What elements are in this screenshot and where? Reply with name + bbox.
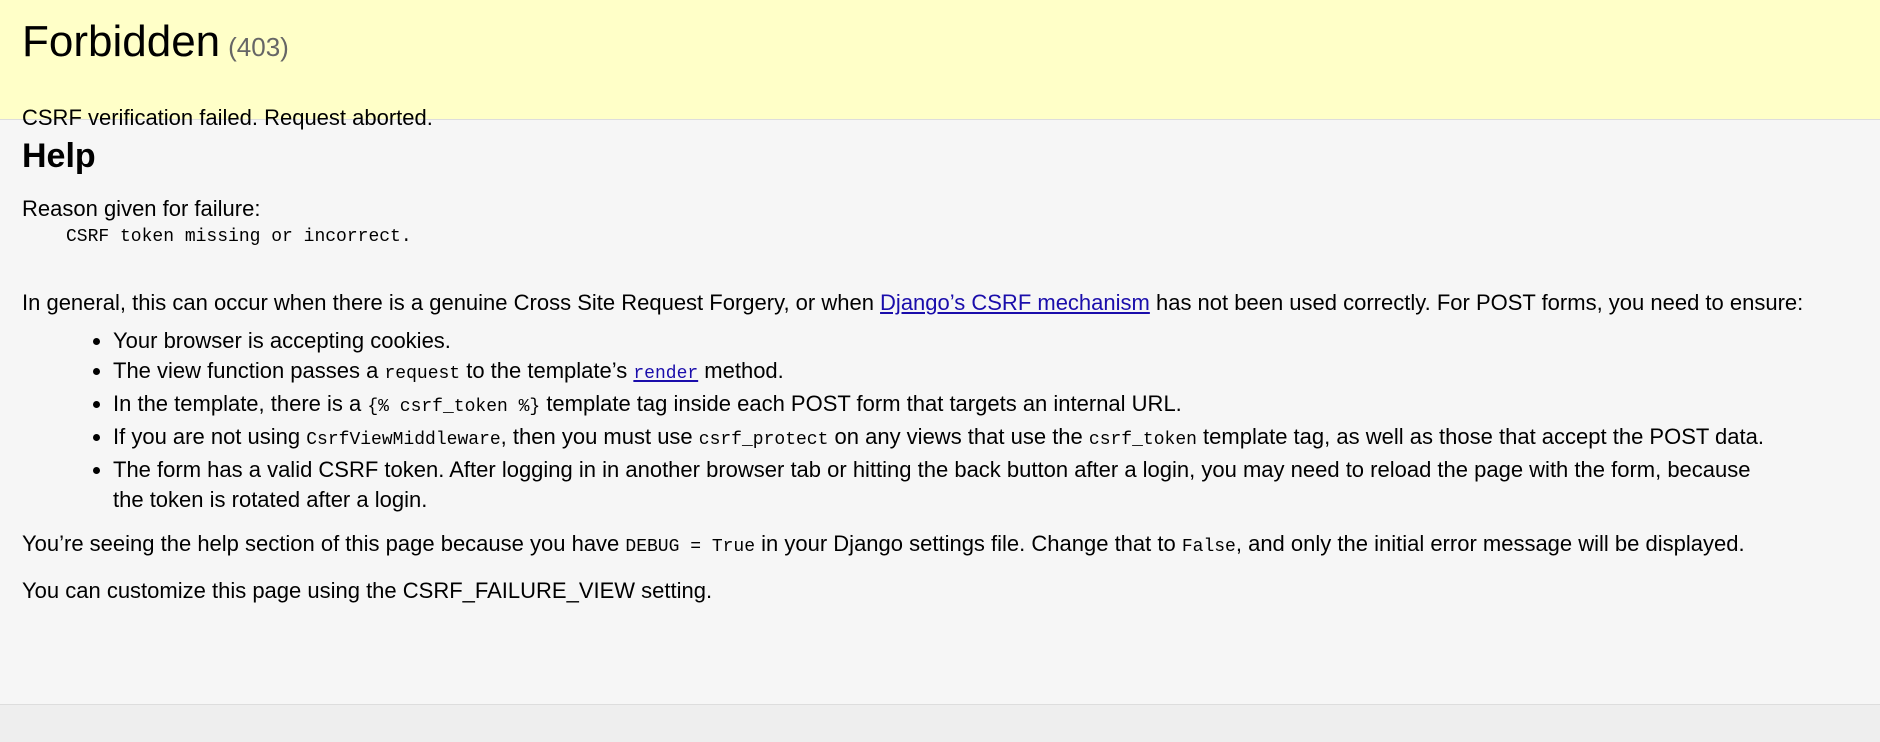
reason-text: CSRF token missing or incorrect. xyxy=(66,227,412,247)
list-item: The form has a valid CSRF token. After l… xyxy=(113,455,1783,515)
render-link-code: render xyxy=(633,364,699,384)
debug-paragraph: You’re seeing the help section of this p… xyxy=(22,529,1858,562)
code-csrf-middleware: CsrfViewMiddleware xyxy=(306,430,501,450)
list-item: If you are not using CsrfViewMiddleware,… xyxy=(113,422,1783,455)
intro-text-before: In general, this can occur when there is… xyxy=(22,290,881,315)
code-false: False xyxy=(1181,537,1236,557)
reason-label: Reason given for failure: xyxy=(22,196,261,221)
status-code: (403) xyxy=(228,32,289,62)
code-request: request xyxy=(384,364,461,384)
code-csrf-protect: csrf_protect xyxy=(698,430,829,450)
page-title: Forbidden (403) xyxy=(22,16,1858,73)
list-item-text: template tag inside each POST form that … xyxy=(540,391,1182,416)
list-item-text: on any views that use the xyxy=(828,424,1089,449)
customize-paragraph: You can customize this page using the CS… xyxy=(22,578,713,603)
code-debug-true: DEBUG = True xyxy=(625,537,756,557)
intro-paragraph: In general, this can occur when there is… xyxy=(22,288,1858,318)
code-csrf-token: csrf_token xyxy=(1088,430,1197,450)
help-heading: Help xyxy=(22,137,96,175)
list-item: Your browser is accepting cookies. xyxy=(113,326,1783,356)
list-item-text: method. xyxy=(698,358,784,383)
render-link[interactable]: render xyxy=(633,358,699,384)
list-item-text: The view function passes a xyxy=(113,358,385,383)
list-item: In the template, there is a {% csrf_toke… xyxy=(113,389,1783,422)
list-item-text: If you are not using xyxy=(113,424,307,449)
code-csrf-token-tag: {% csrf_token %} xyxy=(367,397,541,417)
debug-text: , and only the initial error message wil… xyxy=(1235,531,1745,556)
intro-text-after: has not been used correctly. For POST fo… xyxy=(1149,290,1804,315)
requirements-list: Your browser is accepting cookies. The v… xyxy=(22,326,1783,515)
list-item-text: to the template’s xyxy=(460,358,634,383)
list-item-text: , then you must use xyxy=(500,424,699,449)
debug-text: in your Django settings file. Change tha… xyxy=(755,531,1182,556)
csrf-docs-link[interactable]: Django’s CSRF mechanism xyxy=(880,290,1150,315)
title-text: Forbidden xyxy=(22,17,221,66)
list-item-text: In the template, there is a xyxy=(113,391,368,416)
list-item-text: template tag, as well as those that acce… xyxy=(1196,424,1764,449)
debug-text: You’re seeing the help section of this p… xyxy=(22,531,626,556)
help-section: Help Reason given for failure: CSRF toke… xyxy=(0,120,1880,705)
error-summary: Forbidden (403) CSRF verification failed.… xyxy=(0,0,1880,130)
list-item: The view function passes a request to th… xyxy=(113,356,1783,389)
